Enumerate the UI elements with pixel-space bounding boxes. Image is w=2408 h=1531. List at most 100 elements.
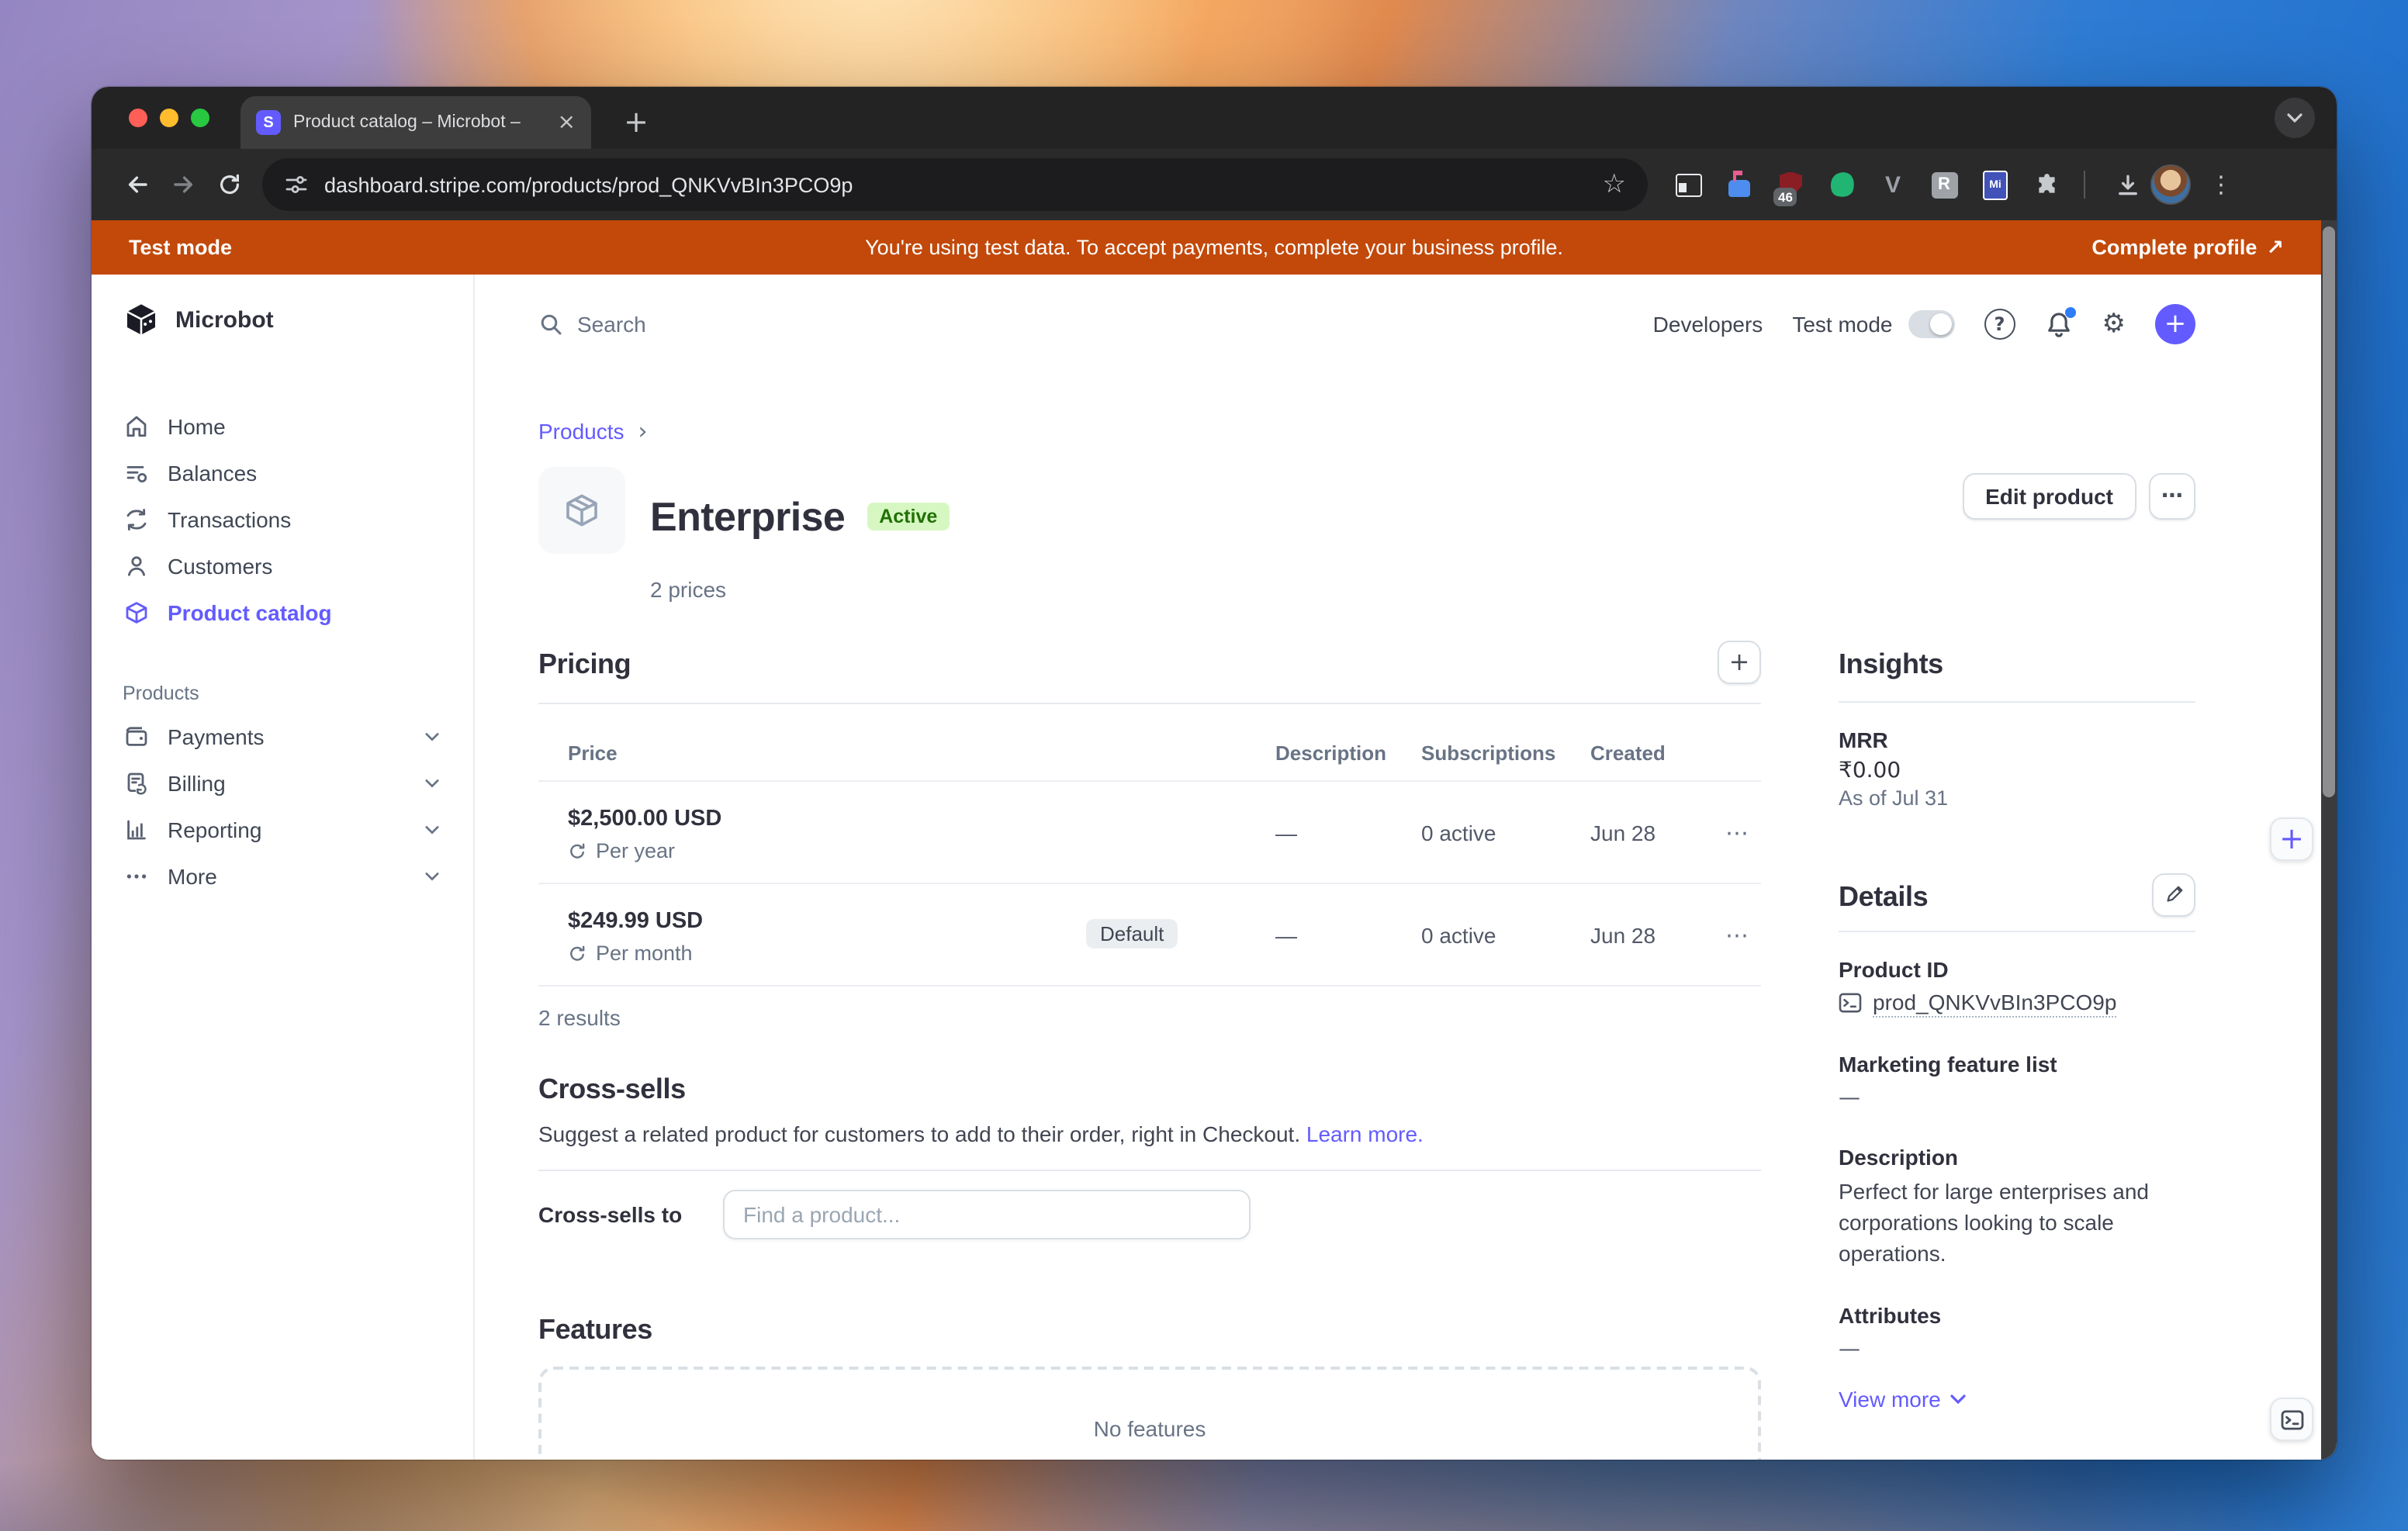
bookmark-star-icon[interactable]: ☆ xyxy=(1603,169,1627,200)
edit-details-button[interactable] xyxy=(2152,873,2195,917)
billing-icon xyxy=(123,770,149,797)
chevron-down-icon xyxy=(425,825,439,835)
scrollbar-thumb[interactable] xyxy=(2323,226,2335,797)
sidebar-item-transactions[interactable]: Transactions xyxy=(123,496,473,543)
sidebar-item-balances[interactable]: Balances xyxy=(123,450,473,496)
browser-titlebar: S Product catalog – Microbot – × + xyxy=(92,87,2337,149)
arrow-left-icon xyxy=(123,172,150,197)
recurring-icon xyxy=(568,842,586,861)
sidebar-item-label: More xyxy=(168,864,407,889)
test-mode-toggle[interactable] xyxy=(1908,310,1955,338)
features-title: Features xyxy=(538,1311,1761,1348)
cross-sells-description: Suggest a related product for customers … xyxy=(538,1120,1761,1148)
row-overflow-button[interactable]: ⋯ xyxy=(1718,820,1761,848)
sidebar: Microbot Home Balances Transactions xyxy=(92,275,475,1460)
price-row-yearly[interactable]: $2,500.00 USD Per year — 0 active Jun 28 xyxy=(538,782,1761,884)
subscriptions-cell: 0 active xyxy=(1421,821,1590,846)
chevron-down-icon xyxy=(1950,1394,1966,1404)
view-more-link[interactable]: View more xyxy=(1839,1387,2195,1412)
browser-toolbar: dashboard.stripe.com/products/prod_QNKVv… xyxy=(92,149,2337,220)
help-button[interactable]: ? xyxy=(1984,309,2015,340)
product-overflow-button[interactable]: ⋯ xyxy=(2149,473,2195,520)
account-switcher[interactable]: Microbot xyxy=(123,301,473,338)
sidebar-section-products: Products xyxy=(123,673,473,714)
maximize-window-button[interactable] xyxy=(191,109,209,127)
adblock-extension-icon[interactable]: 46 xyxy=(1775,169,1806,200)
default-badge: Default xyxy=(1086,920,1178,949)
details-title: Details xyxy=(1839,878,2195,915)
sidebar-item-home[interactable]: Home xyxy=(123,403,473,450)
sidebar-item-billing[interactable]: Billing xyxy=(123,760,473,807)
downloads-button[interactable] xyxy=(2104,161,2150,208)
subscriptions-cell: 0 active xyxy=(1421,924,1590,949)
sidebar-item-label: Home xyxy=(168,414,439,439)
minimize-window-button[interactable] xyxy=(160,109,178,127)
pet-extension-icon[interactable] xyxy=(1826,169,1857,200)
price-interval: Per month xyxy=(596,942,693,966)
header-actions: Developers Test mode ? ⚙ + xyxy=(1653,304,2195,344)
create-button[interactable]: + xyxy=(2155,304,2195,344)
developers-link[interactable]: Developers xyxy=(1653,312,1763,337)
sidebar-item-customers[interactable]: Customers xyxy=(123,543,473,589)
extensions-row: 46 V R Mi xyxy=(1673,169,2062,200)
tab-close-icon[interactable]: × xyxy=(558,112,576,133)
arrow-right-icon xyxy=(170,172,196,197)
find-product-input[interactable] xyxy=(723,1190,1251,1239)
address-bar[interactable]: dashboard.stripe.com/products/prod_QNKVv… xyxy=(262,158,1648,211)
account-logo-icon xyxy=(123,301,160,338)
puzzle-icon xyxy=(2033,171,2060,198)
sidebar-item-product-catalog[interactable]: Product catalog xyxy=(123,589,473,636)
add-price-button[interactable]: + xyxy=(1718,641,1761,684)
new-tab-button[interactable]: + xyxy=(613,99,659,146)
divider xyxy=(538,703,1761,704)
chevron-down-icon xyxy=(425,872,439,881)
cross-sells-title: Cross-sells xyxy=(538,1070,1761,1108)
notifications-button[interactable] xyxy=(2045,309,2073,339)
marketing-feature-value: — xyxy=(1839,1086,2195,1111)
product-id-value[interactable]: prod_QNKVvBIn3PCO9p xyxy=(1873,990,2116,1018)
extensions-puzzle-icon[interactable] xyxy=(2031,169,2062,200)
mrr-value: ₹0.00 xyxy=(1839,759,2195,783)
search-input[interactable]: Search xyxy=(538,312,646,337)
description-value: Perfect for large enterprises and corpor… xyxy=(1839,1176,2195,1269)
learn-more-link[interactable]: Learn more. xyxy=(1306,1121,1424,1146)
close-window-button[interactable] xyxy=(129,109,147,127)
back-button[interactable] xyxy=(113,161,160,208)
mailbox-extension-icon[interactable] xyxy=(1724,169,1755,200)
floating-add-button[interactable]: + xyxy=(2270,817,2313,861)
complete-profile-link[interactable]: Complete profile ↗ xyxy=(2091,235,2284,260)
page-title: Enterprise xyxy=(650,494,845,541)
payments-icon xyxy=(123,724,149,750)
stripe-favicon-icon: S xyxy=(256,110,281,135)
breadcrumb-products-link[interactable]: Products xyxy=(538,419,624,444)
breadcrumb-chevron-icon: › xyxy=(638,417,648,445)
row-overflow-button[interactable]: ⋯ xyxy=(1718,922,1761,950)
vue-devtools-icon[interactable]: V xyxy=(1877,169,1908,200)
floating-terminal-button[interactable] xyxy=(2270,1398,2313,1441)
sidebar-nav: Home Balances Transactions Customers xyxy=(123,403,473,900)
product-catalog-icon xyxy=(123,600,149,626)
browser-menu-button[interactable]: ⋮ xyxy=(2209,171,2233,199)
site-settings-icon[interactable] xyxy=(284,172,309,197)
browser-profile-avatar[interactable] xyxy=(2150,164,2191,205)
sidebar-extension-icon[interactable] xyxy=(1673,169,1704,200)
react-devtools-icon[interactable]: R xyxy=(1929,169,1960,200)
notes-extension-icon[interactable]: Mi xyxy=(1980,169,2011,200)
url-text: dashboard.stripe.com/products/prod_QNKVv… xyxy=(324,173,1587,196)
tab-search-button[interactable] xyxy=(2275,98,2315,138)
edit-product-button[interactable]: Edit product xyxy=(1962,473,2136,520)
customers-icon xyxy=(123,553,149,579)
price-row-monthly[interactable]: $249.99 USD Per month Default — 0 active xyxy=(538,884,1761,987)
column-subscriptions: Subscriptions xyxy=(1421,741,1590,765)
sidebar-item-more[interactable]: More xyxy=(123,853,473,900)
reload-button[interactable] xyxy=(206,161,253,208)
sidebar-item-payments[interactable]: Payments xyxy=(123,714,473,760)
sidebar-item-label: Customers xyxy=(168,554,439,579)
results-count: 2 results xyxy=(538,1005,1761,1030)
transactions-icon xyxy=(123,506,149,533)
sidebar-item-reporting[interactable]: Reporting xyxy=(123,807,473,853)
browser-tab[interactable]: S Product catalog – Microbot – × xyxy=(240,96,591,149)
description-cell: — xyxy=(1275,821,1421,846)
settings-gear-button[interactable]: ⚙ xyxy=(2102,309,2126,340)
forward-button[interactable] xyxy=(160,161,206,208)
